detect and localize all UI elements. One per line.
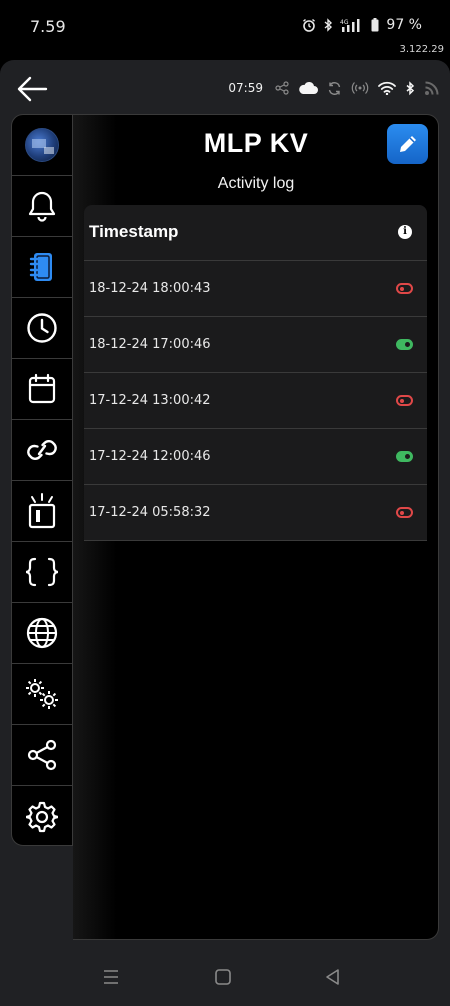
sidebar-item-log[interactable] <box>12 237 72 298</box>
globe-icon <box>26 617 58 649</box>
edit-button[interactable] <box>387 124 428 164</box>
table-header: Timestamp i <box>84 205 427 261</box>
bell-icon <box>28 191 56 222</box>
page-subtitle: Activity log <box>217 175 295 192</box>
alarm-icon <box>303 18 316 32</box>
back-icon[interactable] <box>324 967 342 987</box>
sidebar-item-timers[interactable] <box>12 298 72 359</box>
status-time: 7.59 <box>30 17 66 36</box>
row-timestamp: 17-12-24 05:58:32 <box>89 505 211 520</box>
sidebar <box>11 114 73 846</box>
network-type-label: 4G <box>340 19 349 26</box>
status-icons: 4G 97 % <box>302 17 422 33</box>
state-on-indicator <box>396 451 413 462</box>
status-subbar <box>0 40 450 60</box>
calendar-icon <box>28 373 56 404</box>
sidebar-item-actuator[interactable] <box>12 481 72 542</box>
activity-log-table: Timestamp i 18-12-24 18:00:43 18-12-24 1… <box>84 205 427 541</box>
notebook-icon <box>29 253 52 281</box>
bluetooth-icon <box>406 80 415 95</box>
battery-level: 97 % <box>386 17 422 33</box>
state-off-indicator <box>396 283 413 294</box>
state-off-indicator <box>396 507 413 518</box>
state-off-indicator <box>396 395 413 406</box>
sidebar-item-network[interactable] <box>12 603 72 664</box>
table-row: 17-12-24 05:58:32 <box>84 485 427 541</box>
clock-icon <box>27 313 57 343</box>
sidebar-item-advanced[interactable] <box>12 664 72 725</box>
rss-icon <box>425 81 439 95</box>
link-icon <box>27 440 57 460</box>
table-row: 18-12-24 17:00:46 <box>84 317 427 373</box>
info-icon[interactable]: i <box>398 225 412 239</box>
system-nav-bar <box>0 950 450 1006</box>
sidebar-item-alerts[interactable] <box>12 176 72 237</box>
bluetooth-icon <box>324 18 333 32</box>
table-row: 17-12-24 13:00:42 <box>84 373 427 429</box>
home-icon[interactable] <box>214 967 232 987</box>
device-thumbnail <box>25 128 59 162</box>
recent-apps-icon[interactable] <box>102 967 120 987</box>
table-row: 17-12-24 12:00:46 <box>84 429 427 485</box>
device-time: 07:59 <box>228 81 263 95</box>
beacon-icon <box>28 493 56 529</box>
sidebar-item-settings[interactable] <box>12 786 72 845</box>
table-row: 18-12-24 18:00:43 <box>84 261 427 317</box>
broadcast-icon <box>351 82 369 94</box>
share-icon <box>27 739 57 771</box>
connection-status-bar: 07:59 <box>228 78 440 98</box>
sync-icon <box>328 81 341 95</box>
wifi-icon <box>378 81 396 95</box>
timestamp-column-header: Timestamp <box>89 222 179 241</box>
sidebar-item-share[interactable] <box>12 725 72 786</box>
sidebar-item-device[interactable] <box>12 115 72 176</box>
back-button[interactable] <box>16 75 48 103</box>
share-icon <box>275 81 289 95</box>
state-on-indicator <box>396 339 413 350</box>
row-timestamp: 18-12-24 18:00:43 <box>89 281 211 296</box>
gears-icon <box>26 679 58 709</box>
app-version: 3.122.29 <box>399 44 444 55</box>
pencil-icon <box>399 136 416 152</box>
row-timestamp: 18-12-24 17:00:46 <box>89 337 211 352</box>
page-title: MLP KV <box>203 128 309 158</box>
row-timestamp: 17-12-24 12:00:46 <box>89 449 211 464</box>
battery-icon <box>371 18 379 32</box>
back-arrow-icon <box>17 76 48 102</box>
sidebar-item-code[interactable] <box>12 542 72 603</box>
gear-icon <box>26 801 58 832</box>
status-bar: 7.59 4G 97 % <box>0 0 450 40</box>
sidebar-item-links[interactable] <box>12 420 72 481</box>
signal-icon: 4G <box>340 19 360 32</box>
sidebar-item-calendar[interactable] <box>12 359 72 420</box>
cloud-icon <box>299 81 318 94</box>
row-timestamp: 17-12-24 13:00:42 <box>89 393 211 408</box>
braces-icon <box>25 557 59 587</box>
